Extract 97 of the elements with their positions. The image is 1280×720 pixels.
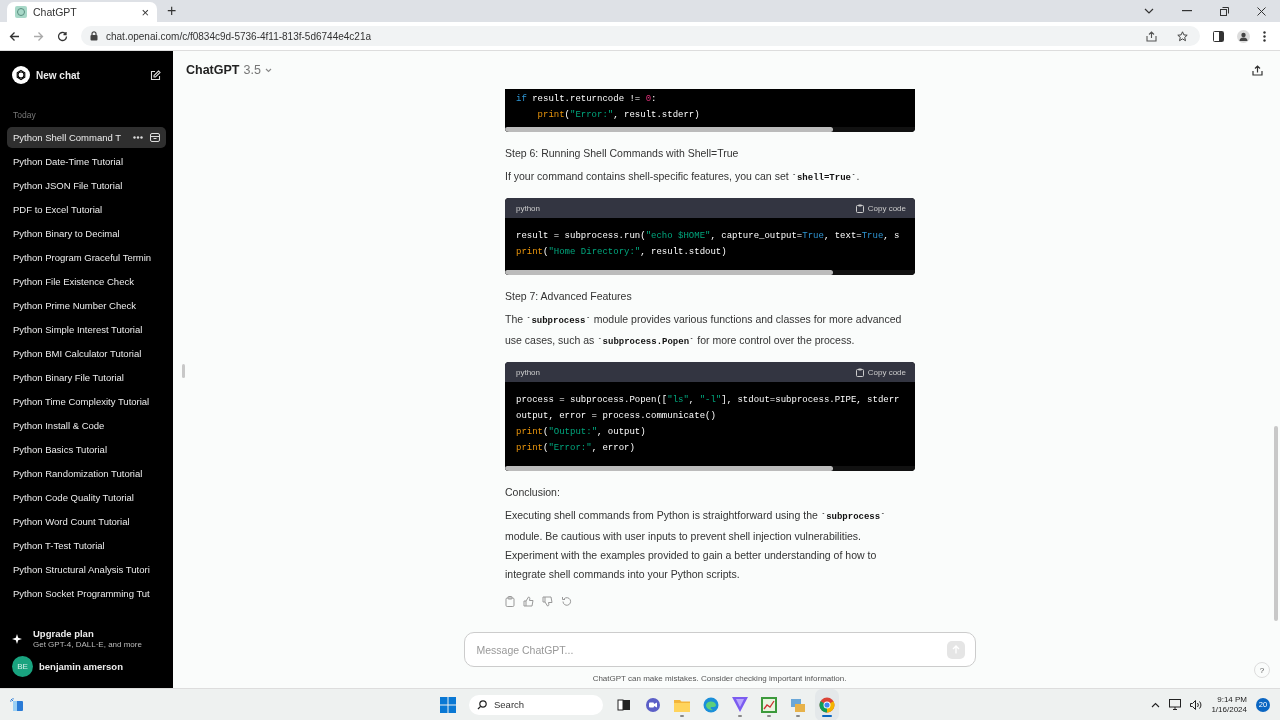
arrow-up-icon [951,645,960,654]
restore-icon[interactable] [1220,6,1229,16]
browser-tab[interactable]: ChatGPT × [7,2,157,22]
chat-history-item[interactable]: Python JSON File Tutorial [7,175,166,196]
code-line: result = subprocess.run("echo $HOME", capture_output=True, text=True, s [516,230,901,243]
thumbs-down-icon[interactable] [542,596,553,607]
chevron-up-icon[interactable] [1151,701,1161,708]
chart-app-icon[interactable] [761,696,777,713]
chat-logo-icon [15,6,27,18]
caret-icon [264,67,272,73]
code-language: python [516,367,541,377]
sparkle-icon [12,633,22,644]
chat-history-item[interactable]: PDF to Excel Tutorial [7,199,166,220]
more-icon[interactable] [1263,30,1266,42]
triangle-app-icon[interactable] [732,697,748,712]
chat-history-item[interactable]: Python Prime Number Check [7,295,166,316]
chat-history-item[interactable]: Python Program Graceful Termin [7,247,166,268]
address-field[interactable]: chat.openai.com/c/f0834c9d-5736-4f11-813f-5d6744e4c21a [81,26,1200,46]
code-line: process = subprocess.Popen(["ls", "-l"], stdout=subprocess.PIPE, stderr [516,394,901,407]
chat-history-item[interactable]: Python Randomization Tutorial [7,463,166,484]
chrome-icon[interactable] [819,696,835,713]
new-chat-button[interactable]: New chat [7,61,166,89]
back-icon[interactable] [9,30,20,42]
upgrade-plan-button[interactable]: Upgrade plan Get GPT-4, DALL·E, and more [7,625,166,652]
speaker-icon[interactable] [1190,699,1203,710]
code-line: print("Error:", error) [516,442,636,455]
model-selector[interactable]: ChatGPT 3.5 [186,63,272,77]
copy-icon[interactable] [505,596,515,607]
chat-history-item[interactable]: Python BMI Calculator Tutorial [7,343,166,364]
scrollbar-thumb[interactable] [505,127,833,132]
chat-logo-icon [12,66,30,84]
chat-history-item[interactable]: Python Binary File Tutorial [7,367,166,388]
scrollbar-thumb[interactable] [1274,426,1278,621]
close-icon[interactable] [1257,6,1266,16]
thumbs-up-icon[interactable] [523,596,534,607]
paragraph: Executing shell commands from Python is straightforward using the `subprocess` module. Be cautious with user inputs to prevent shell injection vulnerabilities. Experiment with the examples provided to gain a better understanding of how to integrate shell commands into your Python scripts. [505,508,887,582]
disclaimer-text: ChatGPT can make mistakes. Consider checking important information. [592,674,847,683]
paragraph: The `subprocess` module provides various functions and classes for more advanced use cases, such as `subprocess.Popen` for more control over the process. [505,312,903,349]
clipboard-icon [855,367,864,377]
section-label: Today [13,110,37,120]
chat-history-item[interactable]: Python Binary to Decimal [7,223,166,244]
share-icon[interactable] [1252,64,1263,76]
widgets-icon[interactable] [10,697,24,712]
share-icon[interactable] [1146,30,1157,42]
copy-code-button[interactable]: Copy code [855,203,906,213]
monitor-icon[interactable] [1169,699,1182,710]
chat-history-item[interactable]: Python Socket Programming Tut [7,583,166,604]
code-language: python [516,203,541,213]
section-heading: Step 7: Advanced Features [505,290,633,302]
user-avatar: BE [12,656,33,677]
code-line: print("Home Directory:", result.stdout) [516,246,728,259]
clipboard-icon [855,203,864,213]
chat-history-item[interactable]: Python Simple Interest Tutorial [7,319,166,340]
taskbar-search-field[interactable]: Search [469,694,603,715]
regenerate-icon[interactable] [561,596,572,607]
chat-history-item[interactable]: Python Basics Tutorial [7,439,166,460]
lock-icon [90,31,98,41]
minimize-icon[interactable] [1182,10,1192,12]
chat-history-item[interactable]: Python Date-Time Tutorial [7,151,166,172]
archive-icon[interactable] [150,133,160,142]
profile-icon[interactable] [1237,29,1250,43]
chat-history-item[interactable]: Python File Existence Check [7,271,166,292]
task-view-icon[interactable] [617,697,631,712]
windows-start-icon[interactable] [440,696,456,713]
chat-icon[interactable] [645,696,661,713]
chat-history-item[interactable]: Python Word Count Tutorial [7,511,166,532]
copy-code-button[interactable]: Copy code [855,367,906,377]
edit-icon[interactable] [150,69,161,81]
more-icon[interactable] [133,136,143,139]
user-profile-button[interactable]: BE benjamin amerson [7,652,166,681]
side-panel-icon[interactable] [1213,30,1224,42]
scrollbar-thumb[interactable] [505,466,833,471]
chat-history-item[interactable]: Python Shell Command T [7,127,166,148]
message-field[interactable]: Message ChatGPT... [463,632,976,667]
section-heading: Step 6: Running Shell Commands with Shell=True [505,147,740,159]
search-icon [477,699,487,710]
star-icon[interactable] [1177,30,1188,42]
chat-history-item[interactable]: Python Code Quality Tutorial [7,487,166,508]
clock[interactable]: 9:14 PM 1/16/2024 [1211,694,1247,715]
sidebar-toggle[interactable] [182,364,185,378]
chat-history-item[interactable]: Python Install & Code [7,415,166,436]
chat-history-item[interactable]: Python T-Test Tutorial [7,535,166,556]
browser-icon[interactable] [703,696,719,713]
scrollbar-thumb[interactable] [505,270,833,275]
reload-icon[interactable] [57,30,68,42]
close-tab-button[interactable]: × [141,4,149,20]
message-input[interactable]: Message ChatGPT... [474,642,947,657]
section-heading: Conclusion: [505,486,561,498]
code-line: print("Output:", output) [516,426,647,439]
code-line: output, error = process.communicate() [516,410,717,423]
code-line: if result.returncode != 0: [516,93,658,106]
new-tab-button[interactable]: + [167,2,177,20]
code-line: print("Error:", result.stderr) [536,109,701,122]
tab-title: ChatGPT [33,6,78,18]
chevron-down-icon[interactable] [1144,8,1154,14]
chat-history-item[interactable]: Python Time Complexity Tutorial [7,391,166,412]
chat-history-item[interactable]: Python Structural Analysis Tutori [7,559,166,580]
